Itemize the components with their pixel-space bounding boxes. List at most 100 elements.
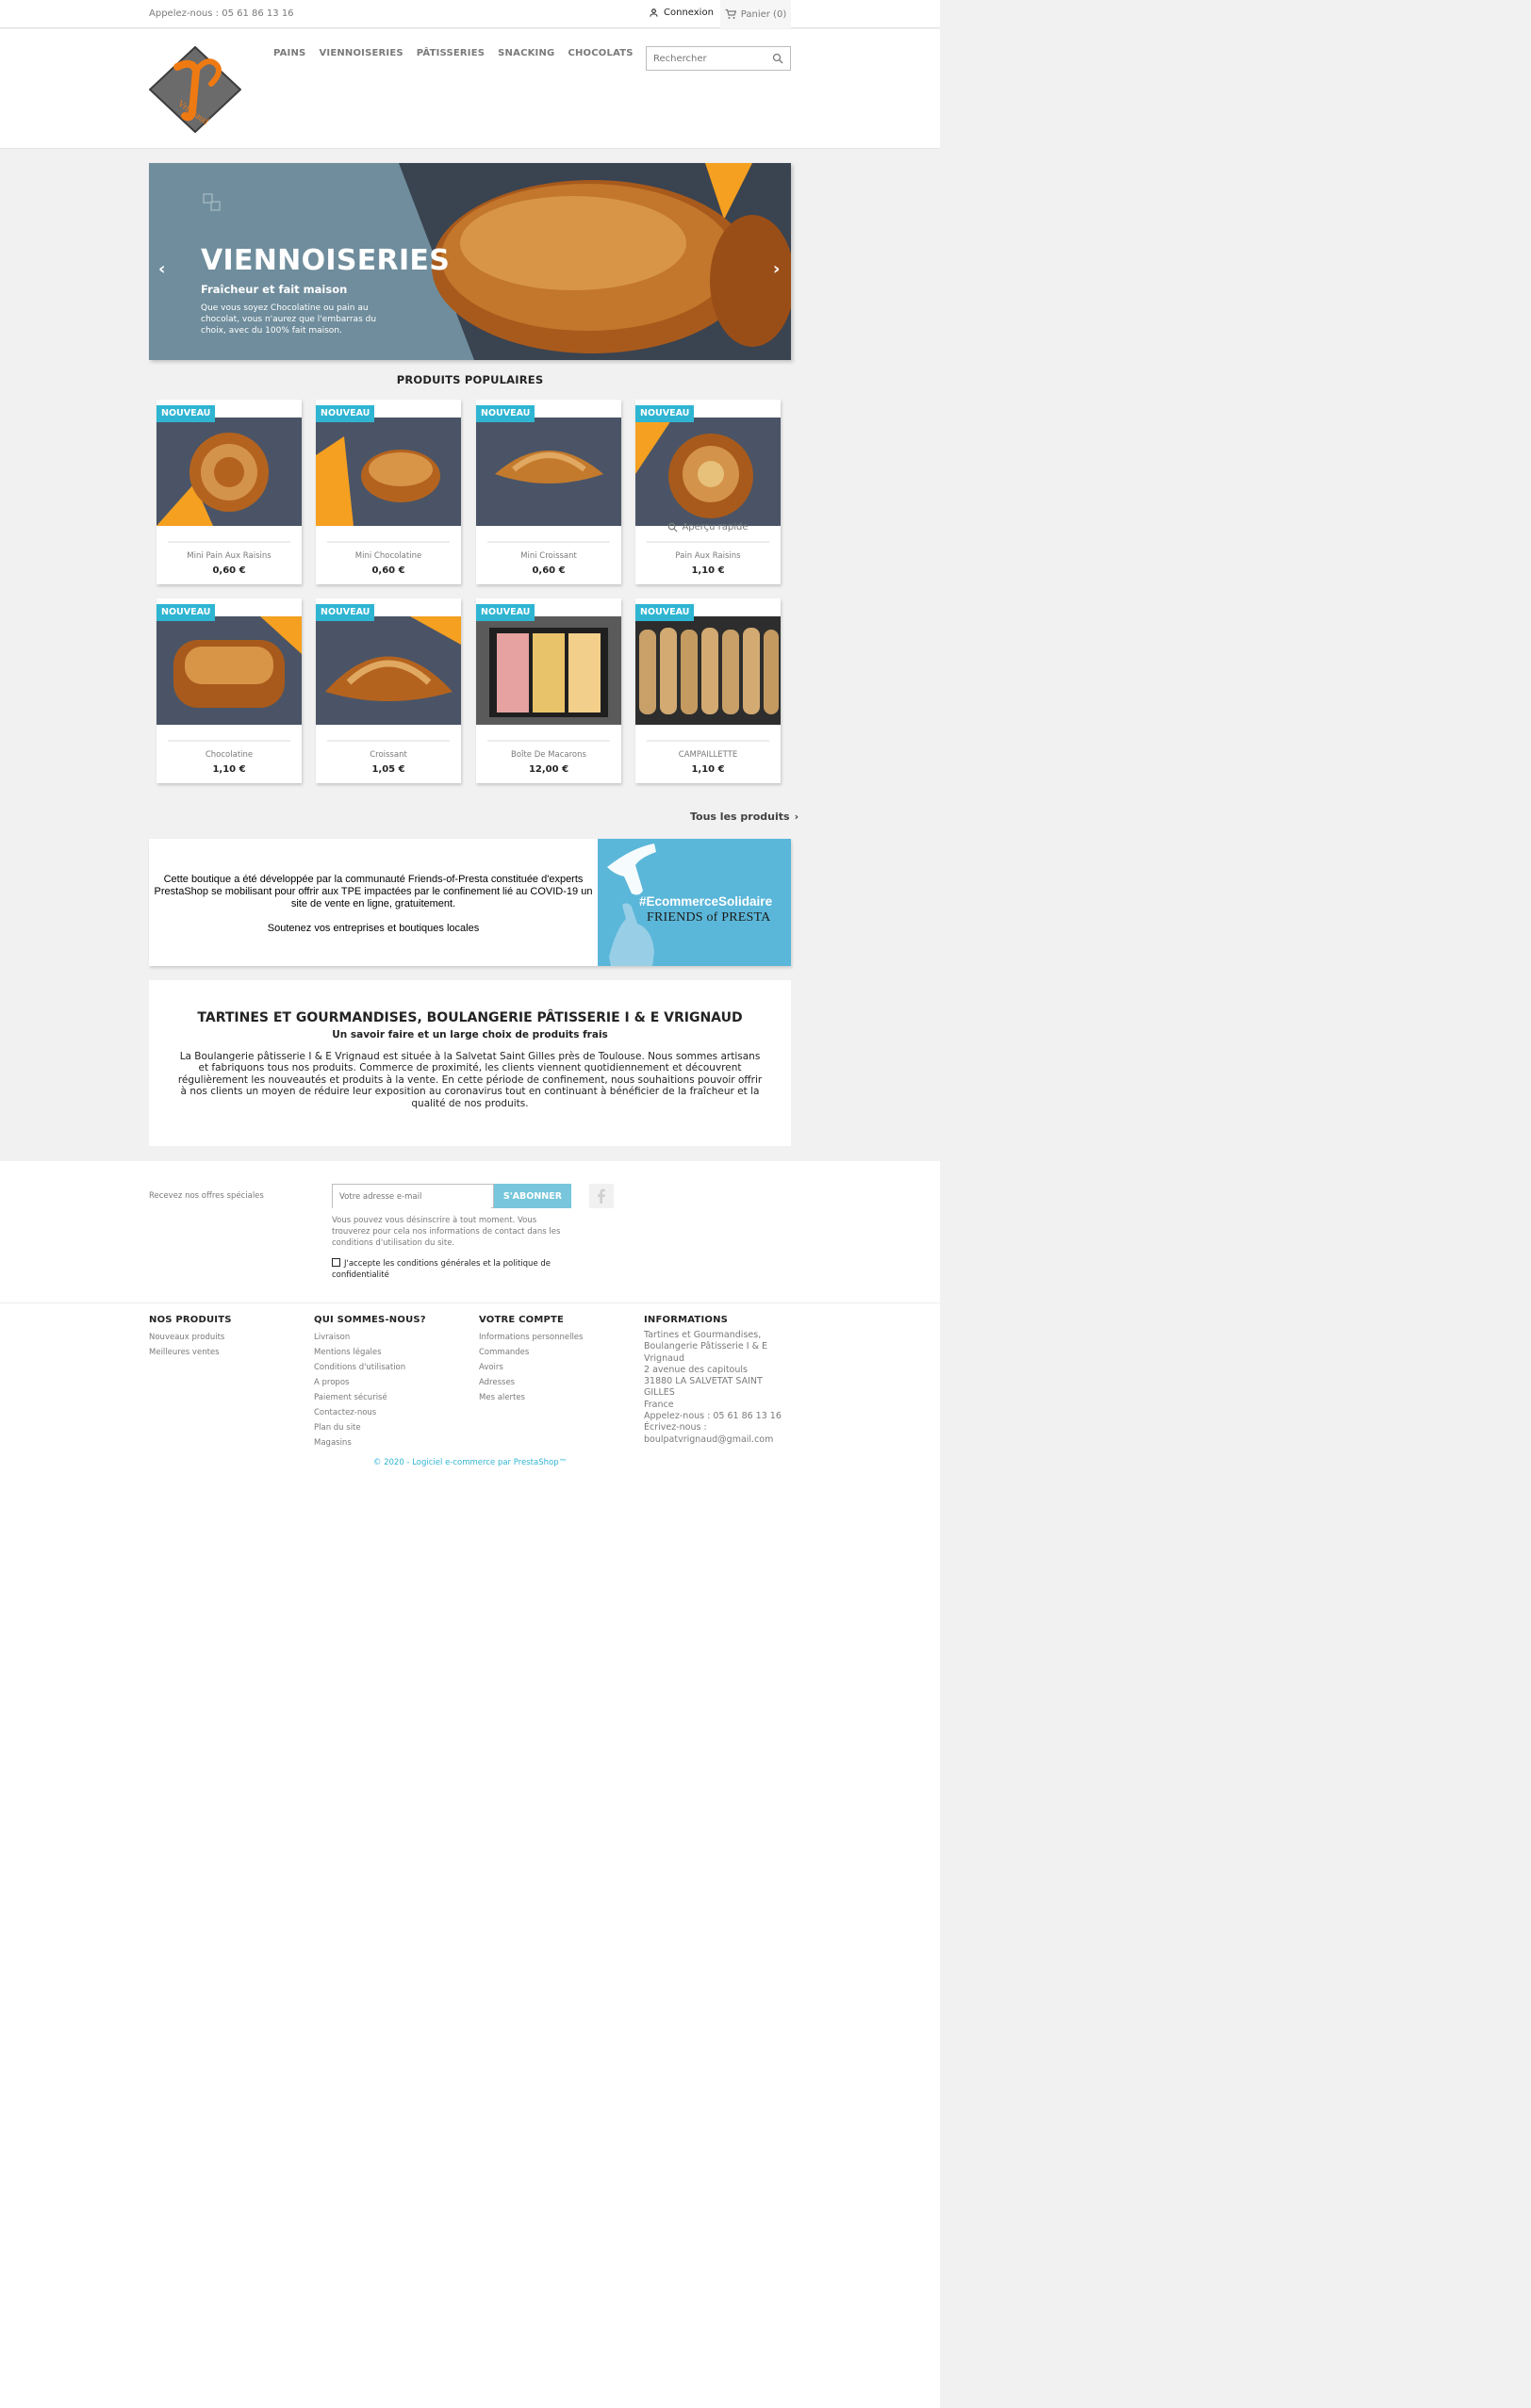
- facebook-icon[interactable]: [589, 1184, 614, 1208]
- menu-item-pains[interactable]: PAINS: [273, 48, 305, 58]
- contact-phone: Appelez-nous : 05 61 86 13 16: [149, 8, 294, 19]
- login-link[interactable]: Connexion: [649, 8, 714, 18]
- product-card[interactable]: NOUVEAU Mini Chocolatine 0,60 €: [316, 400, 461, 584]
- user-icon: [650, 8, 658, 17]
- menu-item-viennoiseries[interactable]: VIENNOISERIES: [319, 48, 403, 58]
- new-badge: NOUVEAU: [476, 405, 535, 422]
- cart-button[interactable]: Panier (0): [720, 0, 791, 28]
- solidarity-text: Cette boutique a été développée par la c…: [154, 874, 593, 909]
- product-card[interactable]: NOUVEAU Boîte De Macarons 12,00 €: [476, 598, 621, 783]
- quick-view-label: Aperçu rapide: [682, 522, 749, 532]
- consent-checkbox-row[interactable]: J'accepte les conditions générales et la…: [332, 1258, 572, 1281]
- product-divider: [327, 541, 450, 543]
- product-divider: [647, 541, 769, 543]
- product-card[interactable]: NOUVEAU CAMPAILLETTE 1,10 €: [635, 598, 781, 783]
- store-country: France: [644, 1399, 674, 1410]
- shop-logo[interactable]: Vrignaud: [148, 45, 242, 134]
- product-price: 0,60 €: [212, 565, 246, 576]
- product-image[interactable]: [156, 616, 302, 725]
- menu-item-patisseries[interactable]: PÂTISSERIES: [417, 48, 485, 58]
- product-name[interactable]: Croissant: [316, 750, 461, 760]
- product-name[interactable]: Mini Chocolatine: [316, 551, 461, 561]
- solidarity-text-block: Cette boutique a été développée par la c…: [149, 874, 598, 935]
- new-badge: NOUVEAU: [635, 604, 695, 621]
- product-image[interactable]: [156, 418, 302, 526]
- new-badge: NOUVEAU: [156, 405, 216, 422]
- search-icon[interactable]: [772, 53, 783, 64]
- footer-link-personal-info[interactable]: Informations personnelles: [479, 1330, 583, 1345]
- product-image[interactable]: [476, 616, 621, 725]
- footer-link-best-sales[interactable]: Meilleures ventes: [149, 1345, 232, 1360]
- consent-checkbox[interactable]: [332, 1258, 340, 1267]
- product-name[interactable]: Mini Pain Aux Raisins: [156, 551, 302, 561]
- product-card[interactable]: NOUVEAU Aperçu rapide Pain Aux Raisins 1,10…: [635, 400, 781, 584]
- quick-view-button[interactable]: Aperçu rapide: [635, 522, 781, 532]
- new-badge: NOUVEAU: [635, 405, 695, 422]
- search-icon: [668, 522, 678, 532]
- hero-carousel[interactable]: ‹ › VIENNOISERIES Fraîcheur et fait mais…: [149, 163, 791, 360]
- menu-item-chocolats[interactable]: CHOCOLATS: [568, 48, 633, 58]
- search-box: [646, 46, 791, 71]
- search-input[interactable]: [647, 47, 765, 71]
- slide-subtitle: Fraîcheur et fait maison: [201, 283, 348, 296]
- product-divider: [487, 740, 610, 742]
- product-image[interactable]: [635, 616, 781, 725]
- product-card[interactable]: NOUVEAU Mini Croissant 0,60 €: [476, 400, 621, 584]
- product-card[interactable]: NOUVEAU Chocolatine 1,10 €: [156, 598, 302, 783]
- new-badge: NOUVEAU: [156, 604, 216, 621]
- footer-link-credit-slips[interactable]: Avoirs: [479, 1360, 583, 1375]
- product-divider: [647, 740, 769, 742]
- product-price: 1,10 €: [691, 565, 725, 576]
- chevron-right-icon: ›: [794, 811, 799, 823]
- store-email[interactable]: boulpatvrignaud@gmail.com: [644, 1434, 795, 1446]
- product-name[interactable]: Chocolatine: [156, 750, 302, 760]
- store-name: Tartines et Gourmandises, Boulangerie Pâ…: [644, 1330, 768, 1364]
- product-card[interactable]: NOUVEAU Mini Pain Aux Raisins 0,60 €: [156, 400, 302, 584]
- product-image[interactable]: [476, 418, 621, 526]
- product-image[interactable]: [635, 418, 781, 526]
- footer-link-alerts[interactable]: Mes alertes: [479, 1390, 583, 1405]
- friends-of-presta-image[interactable]: #EcommerceSolidaire FRIENDS of PRESTA: [598, 839, 791, 966]
- footer-link-terms[interactable]: Conditions d'utilisation: [314, 1360, 426, 1375]
- product-name[interactable]: Pain Aux Raisins: [635, 551, 781, 561]
- product-name[interactable]: Boîte De Macarons: [476, 750, 621, 760]
- menu-item-snacking[interactable]: SNACKING: [498, 48, 554, 58]
- footer-col-products: NOS PRODUITS Nouveaux produits Meilleure…: [149, 1315, 232, 1360]
- carousel-prev-icon[interactable]: ‹: [158, 259, 165, 279]
- product-card[interactable]: NOUVEAU Croissant 1,05 €: [316, 598, 461, 783]
- all-products-link[interactable]: Tous les produits ›: [690, 811, 798, 823]
- product-image[interactable]: [316, 616, 461, 725]
- cart-label: Panier (0): [740, 8, 787, 20]
- footer-link-delivery[interactable]: Livraison: [314, 1330, 426, 1345]
- footer-link-secure-payment[interactable]: Paiement sécurisé: [314, 1390, 426, 1405]
- store-email-label: Écrivez-nous :: [644, 1422, 707, 1433]
- newsletter-label: Recevez nos offres spéciales: [149, 1191, 264, 1201]
- footer-col-about: QUI SOMMES-NOUS? Livraison Mentions léga…: [314, 1315, 426, 1450]
- store-phone: Appelez-nous : 05 61 86 13 16: [644, 1411, 782, 1422]
- subscribe-button[interactable]: S'ABONNER: [494, 1184, 571, 1208]
- solidarity-hashtag: #EcommerceSolidaire: [639, 894, 773, 909]
- footer-link-addresses[interactable]: Adresses: [479, 1375, 583, 1390]
- product-divider: [168, 541, 290, 543]
- footer-link-about-us[interactable]: A propos: [314, 1375, 426, 1390]
- footer-link-contact[interactable]: Contactez-nous: [314, 1405, 426, 1420]
- store-street: 2 avenue des capitouls: [644, 1364, 748, 1375]
- product-name[interactable]: CAMPAILLETTE: [635, 750, 781, 760]
- footer-col-info: INFORMATIONS Tartines et Gourmandises, B…: [644, 1315, 795, 1446]
- product-price: 0,60 €: [532, 565, 566, 576]
- about-text: La Boulangerie pâtisserie I & E Vrignaud…: [177, 1051, 763, 1109]
- newsletter-email-input[interactable]: [333, 1186, 491, 1208]
- copyright-link[interactable]: © 2020 - Logiciel e-commerce par PrestaS…: [0, 1458, 940, 1467]
- product-price: 1,10 €: [212, 764, 246, 775]
- product-divider: [168, 740, 290, 742]
- product-image[interactable]: [316, 418, 461, 526]
- carousel-next-icon[interactable]: ›: [773, 259, 780, 279]
- footer-link-stores[interactable]: Magasins: [314, 1435, 426, 1450]
- footer-link-legal[interactable]: Mentions légales: [314, 1345, 426, 1360]
- newsletter-email-wrapper: [332, 1184, 494, 1208]
- footer-link-sitemap[interactable]: Plan du site: [314, 1420, 426, 1435]
- footer-link-new-products[interactable]: Nouveaux produits: [149, 1330, 232, 1345]
- slide-description: Que vous soyez Chocolatine ou pain au ch…: [201, 303, 377, 336]
- product-name[interactable]: Mini Croissant: [476, 551, 621, 561]
- footer-link-orders[interactable]: Commandes: [479, 1345, 583, 1360]
